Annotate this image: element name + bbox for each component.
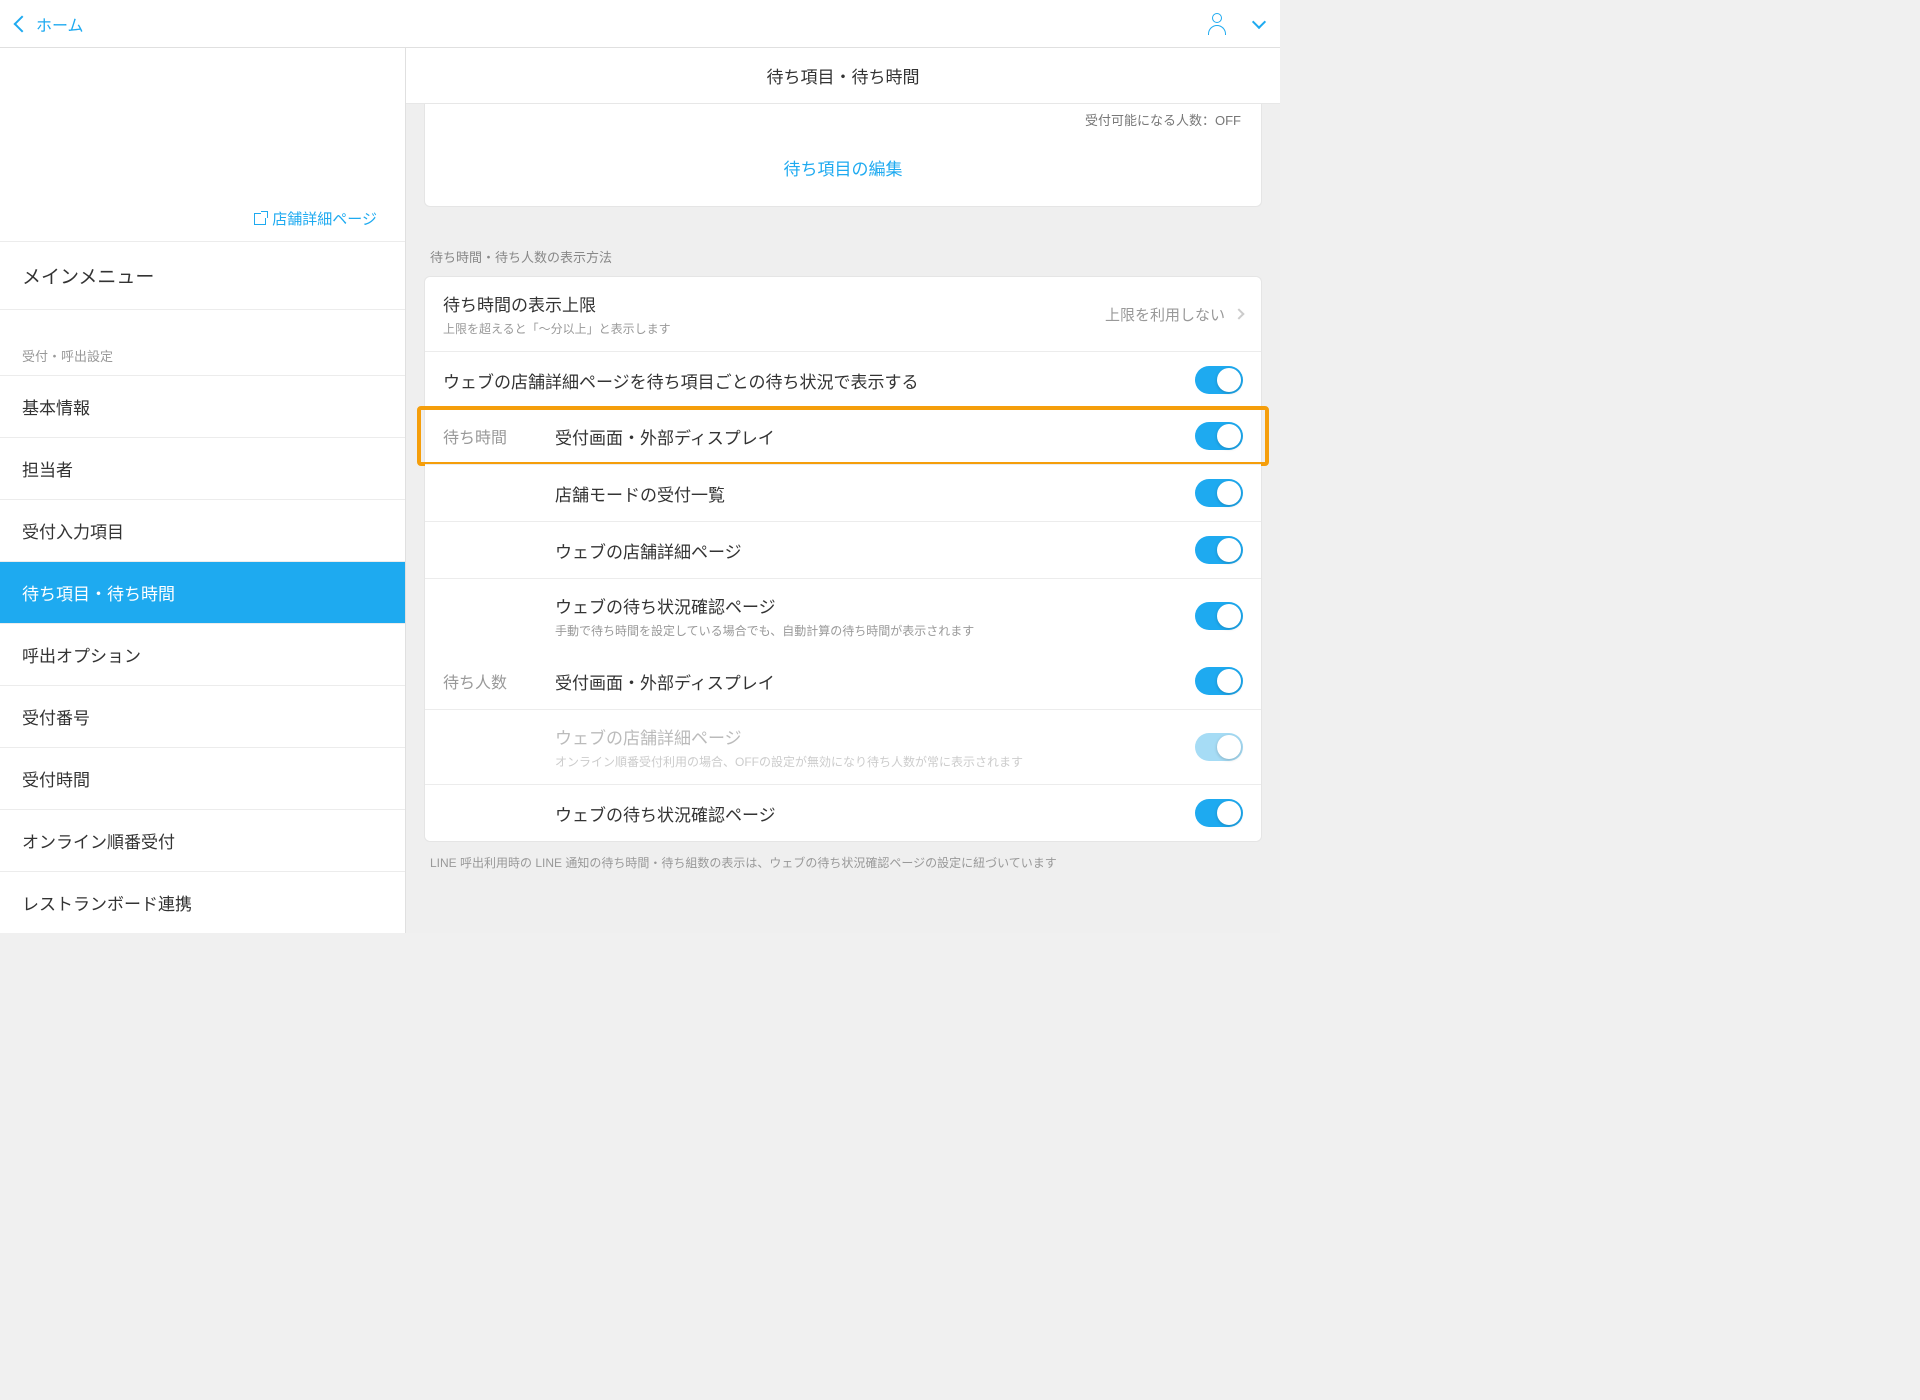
toggle-switch[interactable] [1195, 602, 1243, 630]
sidebar-item[interactable]: 受付番号 [0, 685, 405, 747]
toggle-switch[interactable] [1195, 422, 1243, 450]
store-detail-link[interactable]: 店舗詳細ページ [254, 208, 377, 229]
user-icon[interactable] [1208, 13, 1226, 35]
chevron-right-icon [1233, 308, 1244, 319]
sidebar-item[interactable]: 基本情報 [0, 375, 405, 437]
chevron-left-icon [14, 15, 31, 32]
status-text: 受付可能になる人数：OFF [425, 104, 1261, 131]
toggle-row: 待ち時間受付画面・外部ディスプレイ [425, 408, 1261, 464]
sidebar-item[interactable]: 受付入力項目 [0, 499, 405, 561]
sidebar-item[interactable]: 呼出オプション [0, 623, 405, 685]
store-link-label: 店舗詳細ページ [272, 208, 377, 229]
sidebar-section-label: 受付・呼出設定 [0, 309, 405, 375]
footer-note: LINE 呼出利用時の LINE 通知の待ち時間・待ち組数の表示は、ウェブの待ち… [424, 842, 1262, 895]
limit-row[interactable]: 待ち時間の表示上限 上限を超えると「〜分以上」と表示します 上限を利用しない [425, 277, 1261, 351]
sidebar-item[interactable]: 待ち項目・待ち時間 [0, 561, 405, 623]
back-button[interactable]: ホーム [16, 12, 84, 36]
external-link-icon [254, 213, 266, 225]
web-detail-toggle-row: ウェブの店舗詳細ページを待ち項目ごとの待ち状況で表示する [425, 351, 1261, 408]
section-label: 待ち時間・待ち人数の表示方法 [424, 207, 1262, 276]
toggle-switch[interactable] [1195, 733, 1243, 761]
sidebar-item[interactable]: 受付時間 [0, 747, 405, 809]
group-label: 待ち時間 [443, 424, 555, 448]
chevron-down-icon[interactable] [1252, 14, 1266, 28]
toggle-row: ウェブの待ち状況確認ページ [425, 784, 1261, 841]
toggle-row: ウェブの店舗詳細ページオンライン順番受付利用の場合、OFFの設定が無効になり待ち… [425, 709, 1261, 784]
app-header: ホーム [0, 0, 1280, 48]
group-label: 待ち人数 [443, 669, 555, 693]
toggle-row: 店舗モードの受付一覧 [425, 464, 1261, 521]
edit-items-link[interactable]: 待ち項目の編集 [425, 131, 1261, 206]
toggle-switch[interactable] [1195, 536, 1243, 564]
back-label: ホーム [36, 12, 84, 36]
sidebar-item[interactable]: レストランボード連携 [0, 871, 405, 933]
sidebar-main-menu[interactable]: メインメニュー [0, 241, 405, 309]
page-title: 待ち項目・待ち時間 [406, 48, 1280, 104]
toggle-switch[interactable] [1195, 366, 1243, 394]
toggle-row: 待ち人数受付画面・外部ディスプレイ [425, 653, 1261, 709]
sidebar: 店舗詳細ページ メインメニュー 受付・呼出設定 基本情報担当者受付入力項目待ち項… [0, 48, 406, 933]
toggle-row: ウェブの店舗詳細ページ [425, 521, 1261, 578]
sidebar-item[interactable]: 担当者 [0, 437, 405, 499]
sidebar-item[interactable]: オンライン順番受付 [0, 809, 405, 871]
toggle-switch[interactable] [1195, 667, 1243, 695]
limit-value: 上限を利用しない [1105, 304, 1225, 325]
toggle-row: ウェブの待ち状況確認ページ手動で待ち時間を設定している場合でも、自動計算の待ち時… [425, 578, 1261, 653]
toggle-switch[interactable] [1195, 479, 1243, 507]
toggle-switch[interactable] [1195, 799, 1243, 827]
